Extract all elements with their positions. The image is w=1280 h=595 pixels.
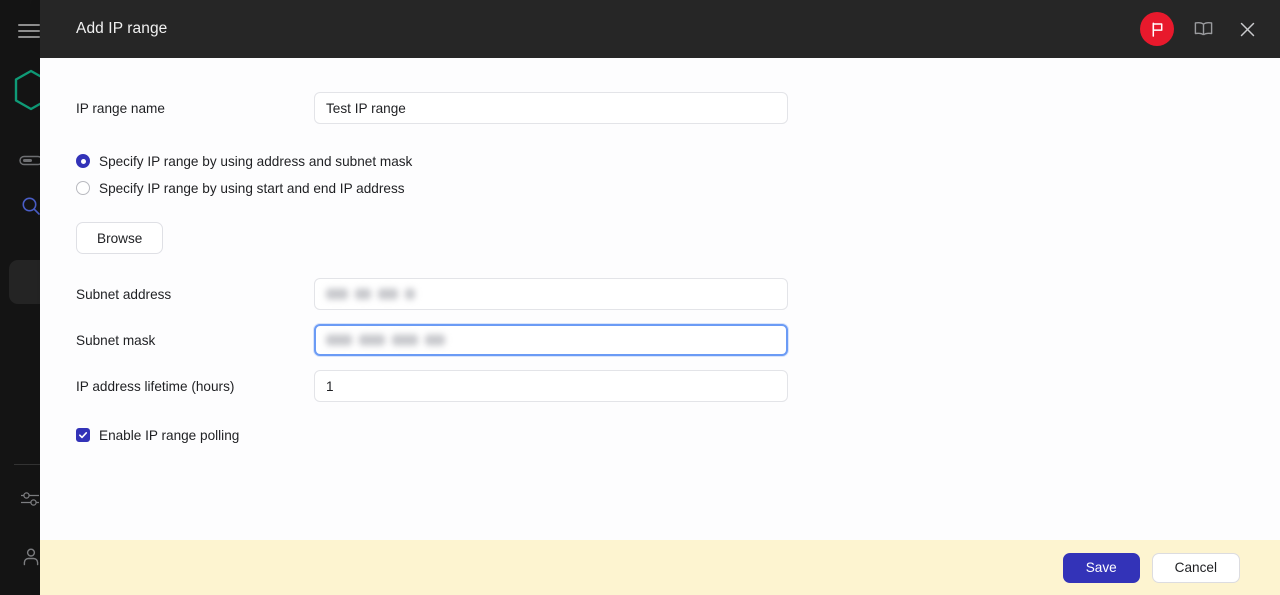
radio-row-address-subnet[interactable]: Specify IP range by using address and su… (76, 150, 1280, 172)
hamburger-bar (18, 30, 40, 32)
label-subnet-address: Subnet address (76, 287, 314, 302)
radio-row-start-end[interactable]: Specify IP range by using start and end … (76, 177, 1280, 199)
radio-label-start-end-address: Specify IP range by using start and end … (99, 181, 405, 196)
enable-polling-row[interactable]: Enable IP range polling (76, 424, 1280, 446)
label-ip-lifetime: IP address lifetime (hours) (76, 379, 314, 394)
dialog-header: Add IP range (40, 0, 1280, 58)
radio-label-address-subnet-mask: Specify IP range by using address and su… (99, 154, 412, 169)
subnet-address-wrapper (314, 278, 788, 310)
radio-start-end-address[interactable] (76, 181, 90, 195)
save-button[interactable]: Save (1063, 553, 1140, 583)
dialog-header-actions (1140, 12, 1262, 46)
dialog-title: Add IP range (76, 20, 1140, 38)
hamburger-bar (18, 24, 40, 26)
enable-polling-label: Enable IP range polling (99, 428, 239, 443)
flag-icon (1149, 21, 1166, 38)
ip-range-name-input[interactable] (314, 92, 788, 124)
check-icon (78, 430, 88, 440)
dialog-footer: Save Cancel (40, 540, 1280, 595)
ip-range-mode-radio-group: Specify IP range by using address and su… (76, 150, 1280, 199)
close-icon (1238, 20, 1257, 39)
field-row-ip-range-name: IP range name (76, 92, 1280, 124)
enable-polling-checkbox[interactable] (76, 428, 90, 442)
field-row-subnet-mask: Subnet mask (76, 324, 1280, 356)
close-button[interactable] (1232, 14, 1262, 44)
flag-button[interactable] (1140, 12, 1174, 46)
radio-address-subnet-mask[interactable] (76, 154, 90, 168)
book-icon (1193, 20, 1214, 38)
add-ip-range-dialog: Add IP range (40, 0, 1280, 595)
help-book-button[interactable] (1188, 14, 1218, 44)
label-ip-range-name: IP range name (76, 101, 314, 116)
field-row-subnet-address: Subnet address (76, 278, 1280, 310)
browse-button[interactable]: Browse (76, 222, 163, 254)
hamburger-bar (18, 36, 40, 38)
field-row-ip-lifetime: IP address lifetime (hours) (76, 370, 1280, 402)
subnet-mask-input[interactable] (314, 324, 788, 356)
label-subnet-mask: Subnet mask (76, 333, 314, 348)
subnet-address-input[interactable] (314, 278, 788, 310)
subnet-mask-wrapper (314, 324, 788, 356)
cancel-button[interactable]: Cancel (1152, 553, 1240, 583)
ip-lifetime-input[interactable] (314, 370, 788, 402)
dialog-body: IP range name Specify IP range by using … (40, 58, 1280, 540)
